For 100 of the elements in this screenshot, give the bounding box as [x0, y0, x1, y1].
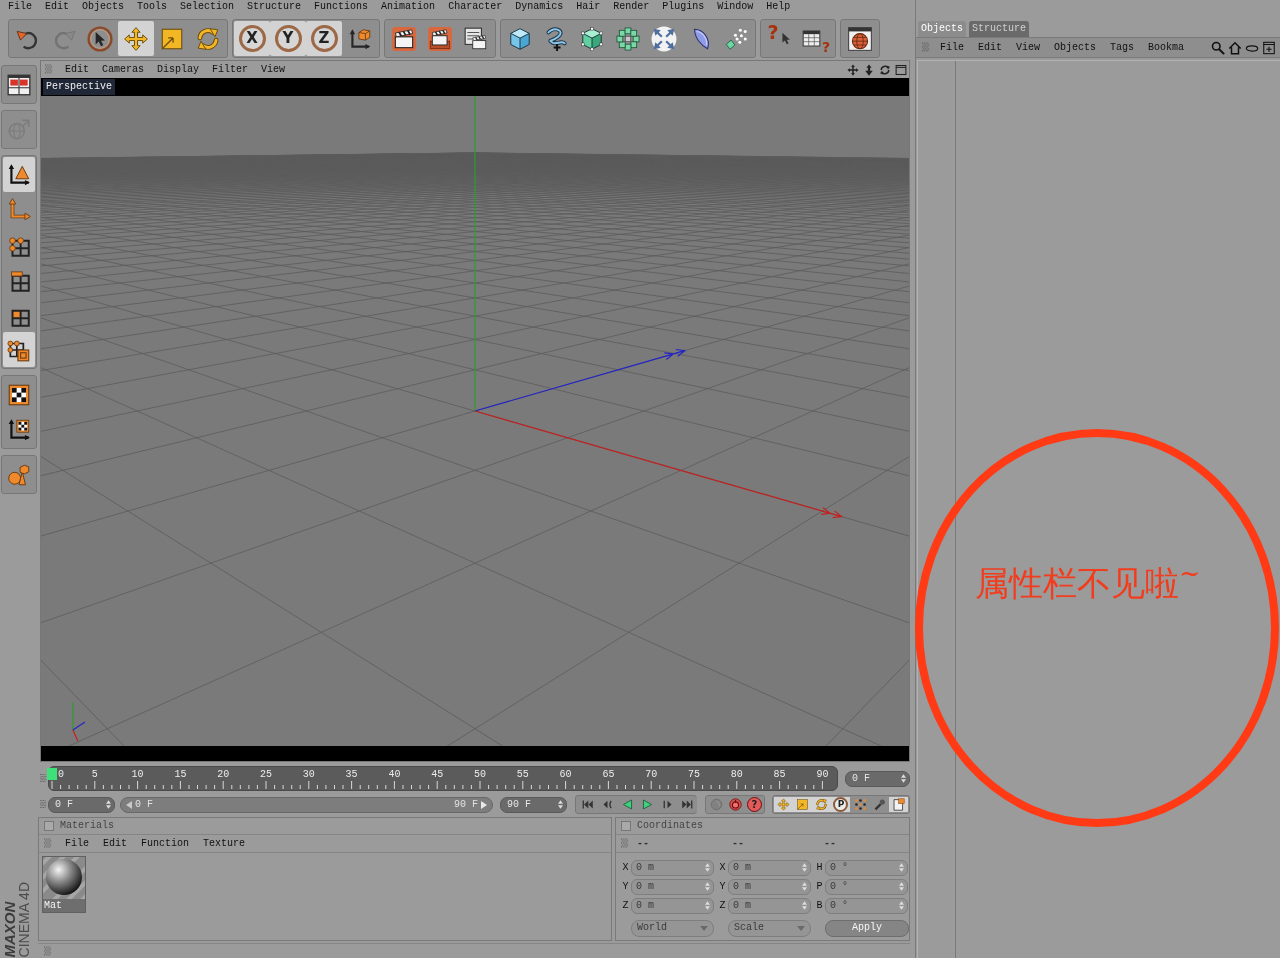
frame-number: 30: [302, 769, 315, 780]
grip-handle[interactable]: [44, 838, 52, 849]
frame-number: 70: [645, 769, 658, 780]
frame-field[interactable]: 0 F: [845, 770, 910, 787]
menu-item[interactable]: Cameras: [102, 64, 145, 75]
panel-title: Coordinates: [637, 821, 703, 831]
table-icon: [801, 29, 821, 48]
frame-field[interactable]: 0 F: [48, 796, 115, 813]
menu-item[interactable]: Animation: [381, 1, 436, 12]
frame-number: 35: [345, 769, 358, 780]
x-axis-button[interactable]: X: [234, 21, 270, 56]
menu-item[interactable]: Window: [717, 1, 754, 12]
grip-handle[interactable]: [45, 64, 53, 75]
menu-item[interactable]: Texture: [203, 838, 246, 849]
axis-label: X: [621, 862, 630, 873]
playhead-marker[interactable]: [47, 768, 57, 780]
menu-item[interactable]: Render: [613, 1, 650, 12]
panel-title: Materials: [60, 821, 114, 831]
menu-item[interactable]: Selection: [180, 1, 235, 12]
model-mode-button[interactable]: [3, 157, 35, 192]
frame-range-bar[interactable]: 0 F 90 F: [120, 796, 493, 813]
four-way-arrows-icon: [123, 25, 149, 52]
menu-item[interactable]: Edit: [103, 838, 128, 849]
grip-handle[interactable]: [621, 838, 629, 849]
points-square-button[interactable]: [3, 332, 35, 367]
grip-handle[interactable]: [922, 42, 930, 53]
menu-item[interactable]: Edit: [45, 1, 70, 12]
document-icon: [891, 798, 905, 811]
checkbox[interactable]: [44, 821, 54, 831]
search-icon[interactable]: [1211, 40, 1225, 55]
menu-item[interactable]: Tools: [137, 1, 168, 12]
frame-number: 10: [131, 769, 144, 780]
menu-item[interactable]: Objects: [82, 1, 125, 12]
panel-tab[interactable]: Objects: [918, 21, 966, 37]
menu-item[interactable]: Function: [141, 838, 190, 849]
frame-number: 90: [816, 769, 829, 780]
four-way-arrows-icon: [777, 798, 790, 811]
frame-number: 20: [217, 769, 230, 780]
menu-item[interactable]: Structure: [247, 1, 302, 12]
autokey-button[interactable]: [726, 797, 745, 812]
cube-icon: [507, 25, 533, 52]
menu-item[interactable]: File: [940, 42, 964, 53]
sphere-preview-icon: [43, 857, 85, 899]
axes-checker-icon: [6, 416, 32, 443]
frame-number: 55: [516, 769, 529, 780]
menu-item[interactable]: Tags: [1110, 42, 1135, 53]
frame-number: 50: [474, 769, 486, 780]
spline-pen-icon: [543, 25, 569, 52]
right-triangle-icon: [481, 800, 487, 809]
rotate-key-button[interactable]: [812, 797, 832, 812]
key-selection-button[interactable]: ?: [745, 797, 764, 812]
menu-item[interactable]: Help: [766, 1, 791, 12]
menu-item[interactable]: Character: [448, 1, 503, 12]
menu-item[interactable]: Edit: [65, 64, 89, 75]
menu-item[interactable]: Filter: [212, 64, 249, 75]
new-window-icon[interactable]: [1262, 40, 1276, 55]
spinner-arrows-icon: [558, 800, 563, 809]
move-view-icon[interactable]: [847, 63, 859, 76]
menu-item[interactable]: File: [65, 838, 89, 849]
move-tool-button[interactable]: [118, 21, 154, 56]
menu-item[interactable]: Objects: [1054, 42, 1097, 53]
spinner-arrows-icon: [899, 882, 904, 891]
rotate-view-icon[interactable]: [879, 63, 891, 76]
axis-label: Y: [718, 881, 727, 892]
menu-item[interactable]: Hair: [576, 1, 601, 12]
grip-handle[interactable]: [44, 945, 52, 957]
menu-item[interactable]: Display: [157, 64, 200, 75]
maximize-window-icon[interactable]: [895, 63, 907, 76]
logo-text: MAXON: [2, 900, 17, 957]
z-axis-button[interactable]: Z: [306, 21, 342, 56]
menu-item[interactable]: Functions: [314, 1, 369, 12]
move-key-button[interactable]: [774, 797, 793, 812]
rotate-arrows-icon: [815, 798, 829, 811]
skip-end-icon: [680, 798, 694, 811]
parameter-key-button[interactable]: P: [831, 797, 851, 812]
axis-label: Z: [718, 900, 727, 911]
menu-item[interactable]: Bookma: [1148, 42, 1185, 53]
menu-item[interactable]: Edit: [978, 42, 1003, 53]
frame-field[interactable]: 90 F: [500, 796, 567, 813]
spinner-arrows-icon: [802, 901, 807, 910]
logo-text: CINEMA 4D: [17, 881, 31, 957]
panel-tab[interactable]: Structure: [969, 21, 1030, 37]
frame-number: 25: [260, 769, 272, 780]
axes-icon: [6, 196, 32, 223]
menu-item[interactable]: Dynamics: [515, 1, 564, 12]
zoom-arrow-icon[interactable]: [863, 63, 875, 76]
timeline-ruler[interactable]: 0 5 10 15 20 25 30 35 40 45 50 55 60 65 70 75 80 85 90: [48, 766, 838, 791]
y-axis-button[interactable]: Y: [270, 21, 306, 56]
frame-number: 40: [388, 769, 401, 780]
home-icon[interactable]: [1228, 40, 1242, 55]
material-thumbnail[interactable]: Mat: [42, 856, 86, 913]
menu-item[interactable]: View: [261, 64, 286, 75]
menu-item[interactable]: View: [1016, 42, 1041, 53]
caret-icon: [700, 925, 708, 931]
cursor-ring-icon: [87, 25, 113, 52]
spinner-arrows-icon: [901, 774, 906, 783]
diagonal-arrows-icon: [651, 25, 677, 52]
annotation-text: 属性栏不见啦$^{~}$: [975, 566, 1201, 600]
menu-item[interactable]: Plugins: [662, 1, 705, 12]
menu-item[interactable]: File: [8, 1, 32, 12]
